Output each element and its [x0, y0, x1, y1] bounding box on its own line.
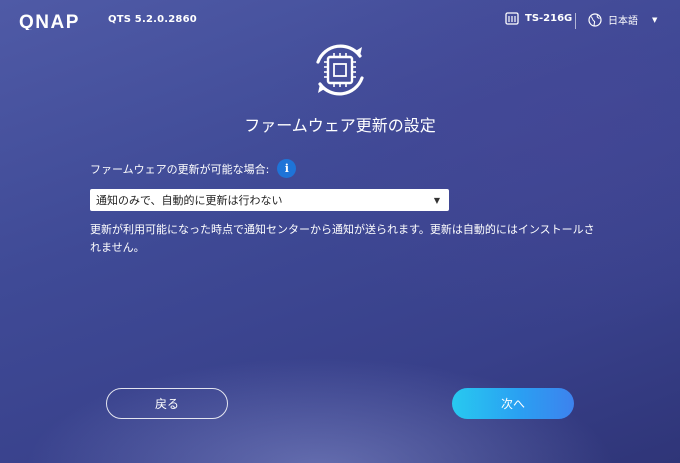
- language-selector[interactable]: 日本語 ▼: [588, 12, 657, 27]
- update-policy-description: 更新が利用可能になった時点で通知センターから通知が送られます。更新は自動的にはイ…: [90, 223, 595, 254]
- update-policy-select[interactable]: 通知のみで、自動的に更新は行わない ▼: [90, 189, 449, 211]
- back-button[interactable]: 戻る: [106, 388, 228, 419]
- language-label: 日本語: [608, 16, 638, 27]
- update-policy-label: ファームウェアの更新が可能な場合:: [90, 162, 270, 176]
- qnap-logo: QNAP: [19, 12, 80, 30]
- dropdown-arrow-icon: ▼: [433, 195, 440, 205]
- update-policy-label-row: ファームウェアの更新が可能な場合: i: [90, 159, 297, 178]
- top-bar: QNAP QTS 5.2.0.2860 TS-216G 日本語 ▼: [0, 0, 680, 40]
- page-title: ファームウェア更新の設定: [244, 116, 436, 135]
- info-icon[interactable]: i: [277, 159, 297, 178]
- svg-text:QNAP: QNAP: [19, 12, 80, 30]
- next-button[interactable]: 次へ: [452, 388, 574, 419]
- firmware-version: QTS 5.2.0.2860: [108, 14, 197, 25]
- firmware-update-icon: [316, 44, 364, 96]
- nas-device-icon: [505, 12, 519, 25]
- device-indicator: TS-216G: [505, 12, 572, 25]
- globe-icon: [588, 12, 602, 27]
- caret-down-icon: ▼: [652, 15, 658, 24]
- device-name: TS-216G: [525, 13, 573, 24]
- header-divider: [575, 13, 576, 29]
- update-policy-selected-value: 通知のみで、自動的に更新は行わない: [96, 194, 283, 207]
